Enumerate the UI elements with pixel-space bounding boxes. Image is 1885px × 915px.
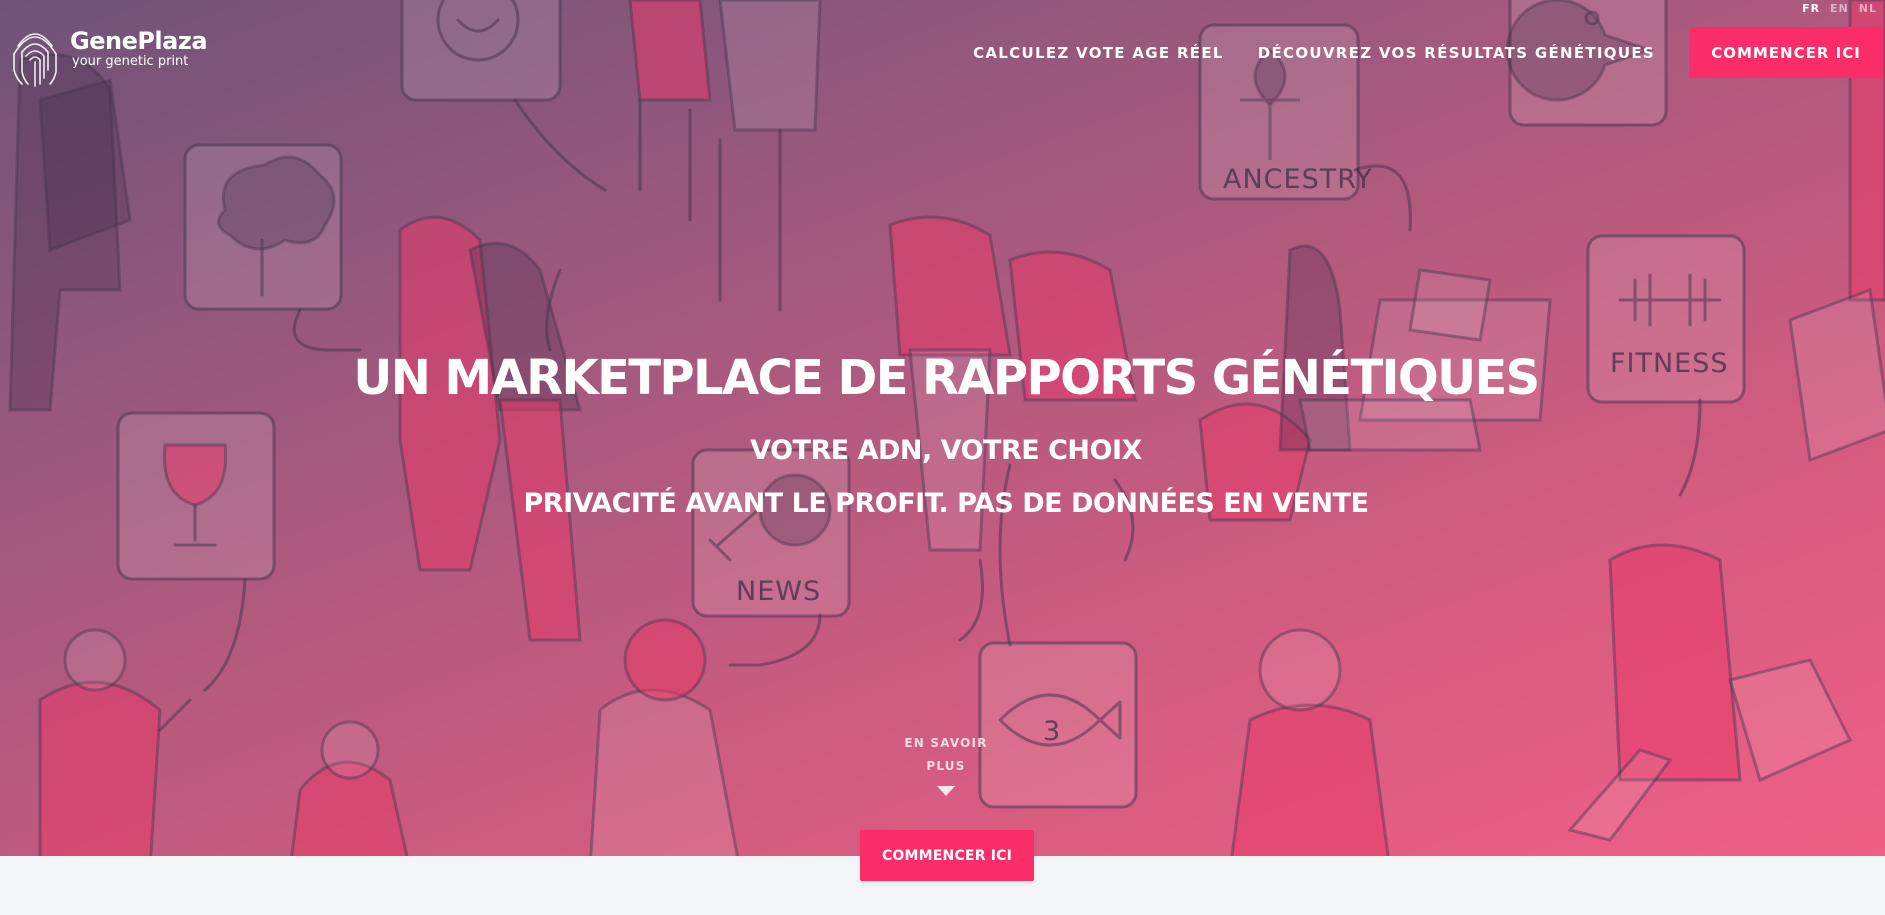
learn-more-label-line1: EN SAVOIR [904, 736, 988, 750]
fingerprint-icon [13, 33, 57, 87]
brand-name: GenePlaza [70, 27, 208, 55]
top-nav: CALCULEZ VOTE AGE RÉEL DÉCOUVREZ VOS RÉS… [973, 27, 1883, 78]
language-fr[interactable]: FR [1802, 2, 1820, 15]
svg-text:NEWS: NEWS [736, 576, 821, 607]
learn-more-link[interactable]: EN SAVOIR PLUS [896, 732, 996, 796]
nav-link-genetic-results[interactable]: DÉCOUVREZ VOS RÉSULTATS GÉNÉTIQUES [1258, 44, 1655, 62]
svg-text:3: 3 [1043, 716, 1061, 747]
brand-logo[interactable]: GenePlaza your genetic print [8, 16, 208, 88]
nav-link-real-age[interactable]: CALCULEZ VOTE AGE RÉEL [973, 44, 1224, 62]
hero-background-illustration: ANCESTRY FITNESS NEWS 3 [8, 0, 1885, 856]
hero-subtitle: VOTRE ADN, VOTRE CHOIX [750, 435, 1142, 466]
learn-more-label-line2: PLUS [926, 759, 966, 773]
language-switcher: FR EN NL [1802, 2, 1877, 15]
caret-down-icon [937, 786, 955, 796]
news-bubble: NEWS [691, 448, 851, 667]
hero-title: UN MARKETPLACE DE RAPPORTS GÉNÉTIQUES [353, 350, 1540, 406]
hero-privacy-statement: PRIVACITÉ AVANT LE PROFIT. PAS DE DONNÉE… [523, 488, 1369, 519]
language-en[interactable]: EN [1830, 2, 1849, 15]
tree-bubble [183, 143, 362, 352]
nav-start-button[interactable]: COMMENCER ICI [1689, 27, 1883, 78]
language-nl[interactable]: NL [1859, 2, 1877, 15]
smiley-bubble [400, 0, 607, 192]
hero-start-button[interactable]: COMMENCER ICI [860, 830, 1034, 881]
svg-text:ANCESTRY: ANCESTRY [1223, 164, 1373, 195]
people-figures [8, 0, 1885, 856]
brand-tagline: your genetic print [72, 54, 189, 69]
hero-section: ANCESTRY FITNESS NEWS 3 GenePlaza your g… [0, 0, 1885, 856]
